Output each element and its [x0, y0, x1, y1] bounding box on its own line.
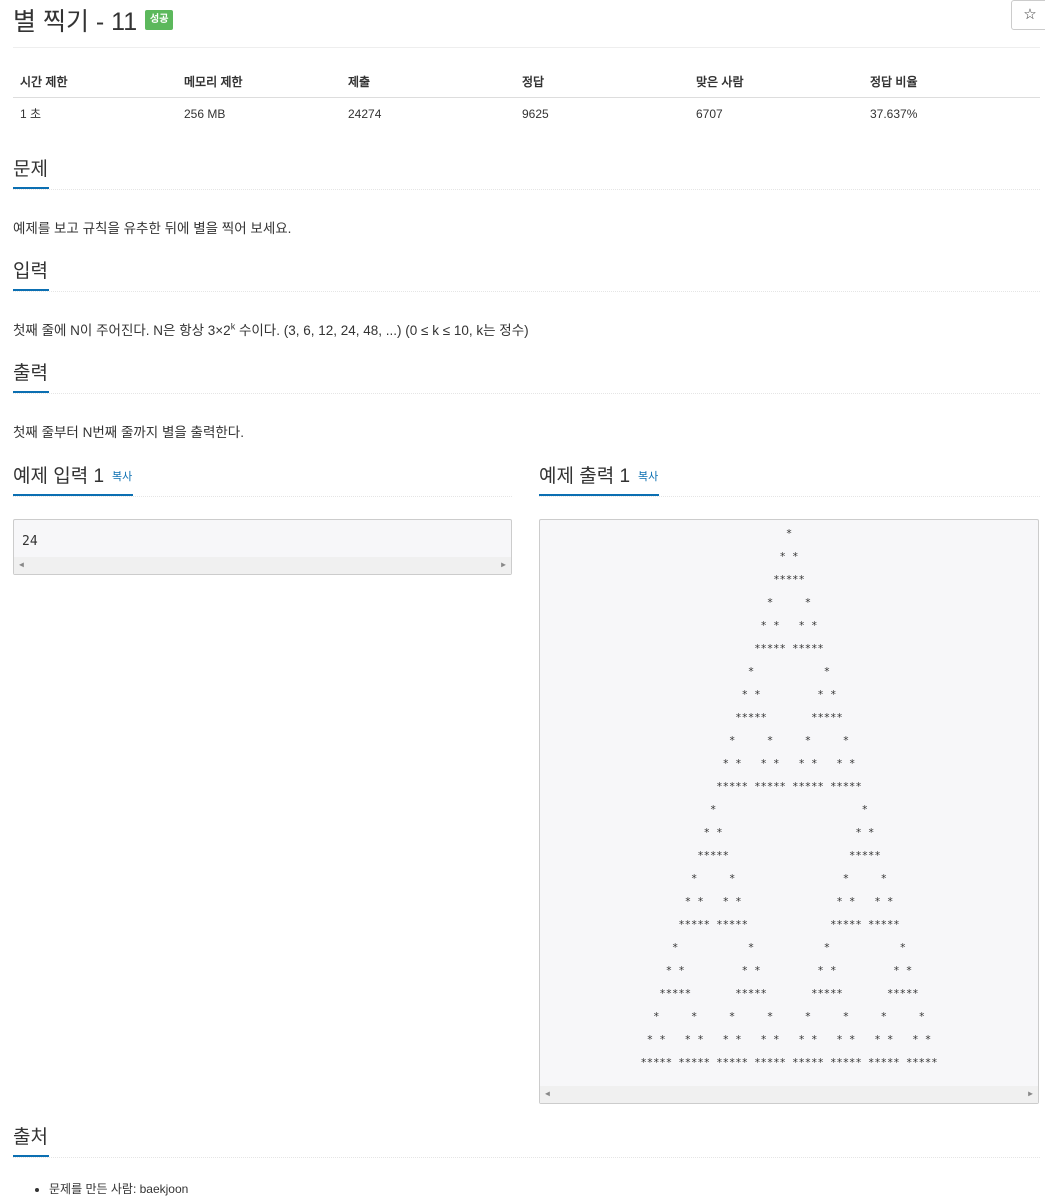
- sample-input-heading: 예제 입력 1 복사: [13, 465, 512, 497]
- scroll-right-icon[interactable]: ▶: [501, 560, 506, 569]
- header-solved-users: 맞은 사람: [689, 66, 863, 98]
- output-line: * *: [766, 597, 812, 609]
- star-icon: ☆: [1023, 6, 1037, 23]
- source-list: 문제를 만든 사람: baekjoon: [13, 1180, 188, 1198]
- output-line: * * * *: [672, 942, 906, 954]
- value-solved-users: 6707: [696, 106, 723, 121]
- info-value-row: 1 초 256 MB 24274 9625 6707 37.637%: [13, 98, 1040, 130]
- output-line: ***** ***** ***** *****: [659, 988, 919, 1000]
- sample-output-box[interactable]: * * * ***** * * * * * * ***** ***** * * * * * *…: [539, 519, 1039, 1104]
- output-line: * * * * * * * *: [684, 896, 894, 908]
- problem-info-table: 시간 제한 메모리 제한 제출 정답 맞은 사람 정답 비율 1 초 256 M…: [13, 66, 1040, 129]
- section-source-heading: 출처: [13, 1126, 1040, 1158]
- header-memory-limit: 메모리 제한: [177, 66, 341, 98]
- section-label: 입력: [13, 260, 49, 291]
- status-badge: 성공: [145, 10, 174, 30]
- horizontal-scrollbar[interactable]: ◀ ▶: [14, 557, 511, 574]
- section-label: 출력: [13, 362, 49, 393]
- output-line: ***** *****: [697, 850, 881, 862]
- favorite-star-button[interactable]: ☆: [1011, 0, 1045, 30]
- output-line: ***** ***** ***** *****: [716, 781, 862, 793]
- output-line: * * * *: [703, 827, 875, 839]
- output-line: * *: [747, 666, 831, 678]
- value-submissions: 24274: [348, 106, 382, 121]
- output-line: * * * * * * * * * * * * * * * *: [646, 1034, 932, 1046]
- output-line: ***** ***** ***** *****: [678, 919, 900, 931]
- sample-input-text: 24: [22, 534, 38, 549]
- scroll-left-icon[interactable]: ◀: [545, 1089, 550, 1098]
- value-ratio: 37.637%: [870, 106, 918, 121]
- input-description: 첫째 줄에 N이 주어진다. N은 항상 3×2k 수이다. (3, 6, 12…: [13, 321, 529, 339]
- output-line: * * * * * * * *: [653, 1011, 925, 1023]
- scroll-left-icon[interactable]: ◀: [19, 560, 24, 569]
- header-ratio: 정답 비율: [863, 66, 1040, 98]
- sample-output-heading: 예제 출력 1 복사: [539, 465, 1040, 497]
- output-line: * * * *: [728, 735, 850, 747]
- section-label: 예제 출력 1 복사: [539, 465, 660, 496]
- output-line: ***** ***** ***** ***** ***** ***** ****…: [640, 1057, 938, 1069]
- copy-input-link[interactable]: 복사: [112, 471, 132, 483]
- section-label: 출처: [13, 1126, 49, 1157]
- output-description: 첫째 줄부터 N번째 줄까지 별을 출력한다.: [13, 425, 244, 440]
- section-label: 문제: [13, 158, 49, 189]
- section-input-heading: 입력: [13, 260, 1040, 292]
- page-title: 별 찍기 - 11: [13, 8, 138, 36]
- copy-output-link[interactable]: 복사: [638, 471, 658, 483]
- title-row: 별 찍기 - 11 성공 ☆: [13, 0, 1045, 48]
- output-line: * *: [779, 551, 799, 563]
- source-item: 문제를 만든 사람: baekjoon: [49, 1180, 188, 1198]
- output-line: * * * *: [691, 873, 887, 885]
- section-output-heading: 출력: [13, 362, 1040, 394]
- sample-input-box[interactable]: 24 ◀ ▶: [13, 519, 512, 575]
- output-line: * * * *: [741, 689, 837, 701]
- header-accepted: 정답: [515, 66, 689, 98]
- output-line: ***** *****: [735, 712, 843, 724]
- output-line: *: [785, 528, 793, 540]
- horizontal-scrollbar[interactable]: ◀ ▶: [540, 1086, 1038, 1103]
- value-accepted: 9625: [522, 106, 549, 121]
- scroll-right-icon[interactable]: ▶: [1028, 1089, 1033, 1098]
- info-header-row: 시간 제한 메모리 제한 제출 정답 맞은 사람 정답 비율: [13, 66, 1040, 98]
- header-time-limit: 시간 제한: [13, 66, 177, 98]
- value-time-limit: 1 초: [20, 107, 42, 121]
- output-line: * *: [709, 804, 869, 816]
- output-line: *****: [773, 574, 805, 586]
- header-submissions: 제출: [341, 66, 515, 98]
- section-label: 예제 입력 1 복사: [13, 465, 134, 496]
- output-line: * * * * * * * *: [665, 965, 913, 977]
- section-problem-heading: 문제: [13, 158, 1040, 190]
- problem-page: 별 찍기 - 11 성공 ☆ 시간 제한 메모리 제한 제출 정답 맞은 사람 …: [13, 0, 1045, 1196]
- output-line: * * * * * * * *: [722, 758, 856, 770]
- output-line: ***** *****: [754, 643, 824, 655]
- problem-description: 예제를 보고 규칙을 유추한 뒤에 별을 찍어 보세요.: [13, 221, 292, 236]
- output-line: * * * *: [760, 620, 818, 632]
- value-memory-limit: 256 MB: [184, 106, 226, 121]
